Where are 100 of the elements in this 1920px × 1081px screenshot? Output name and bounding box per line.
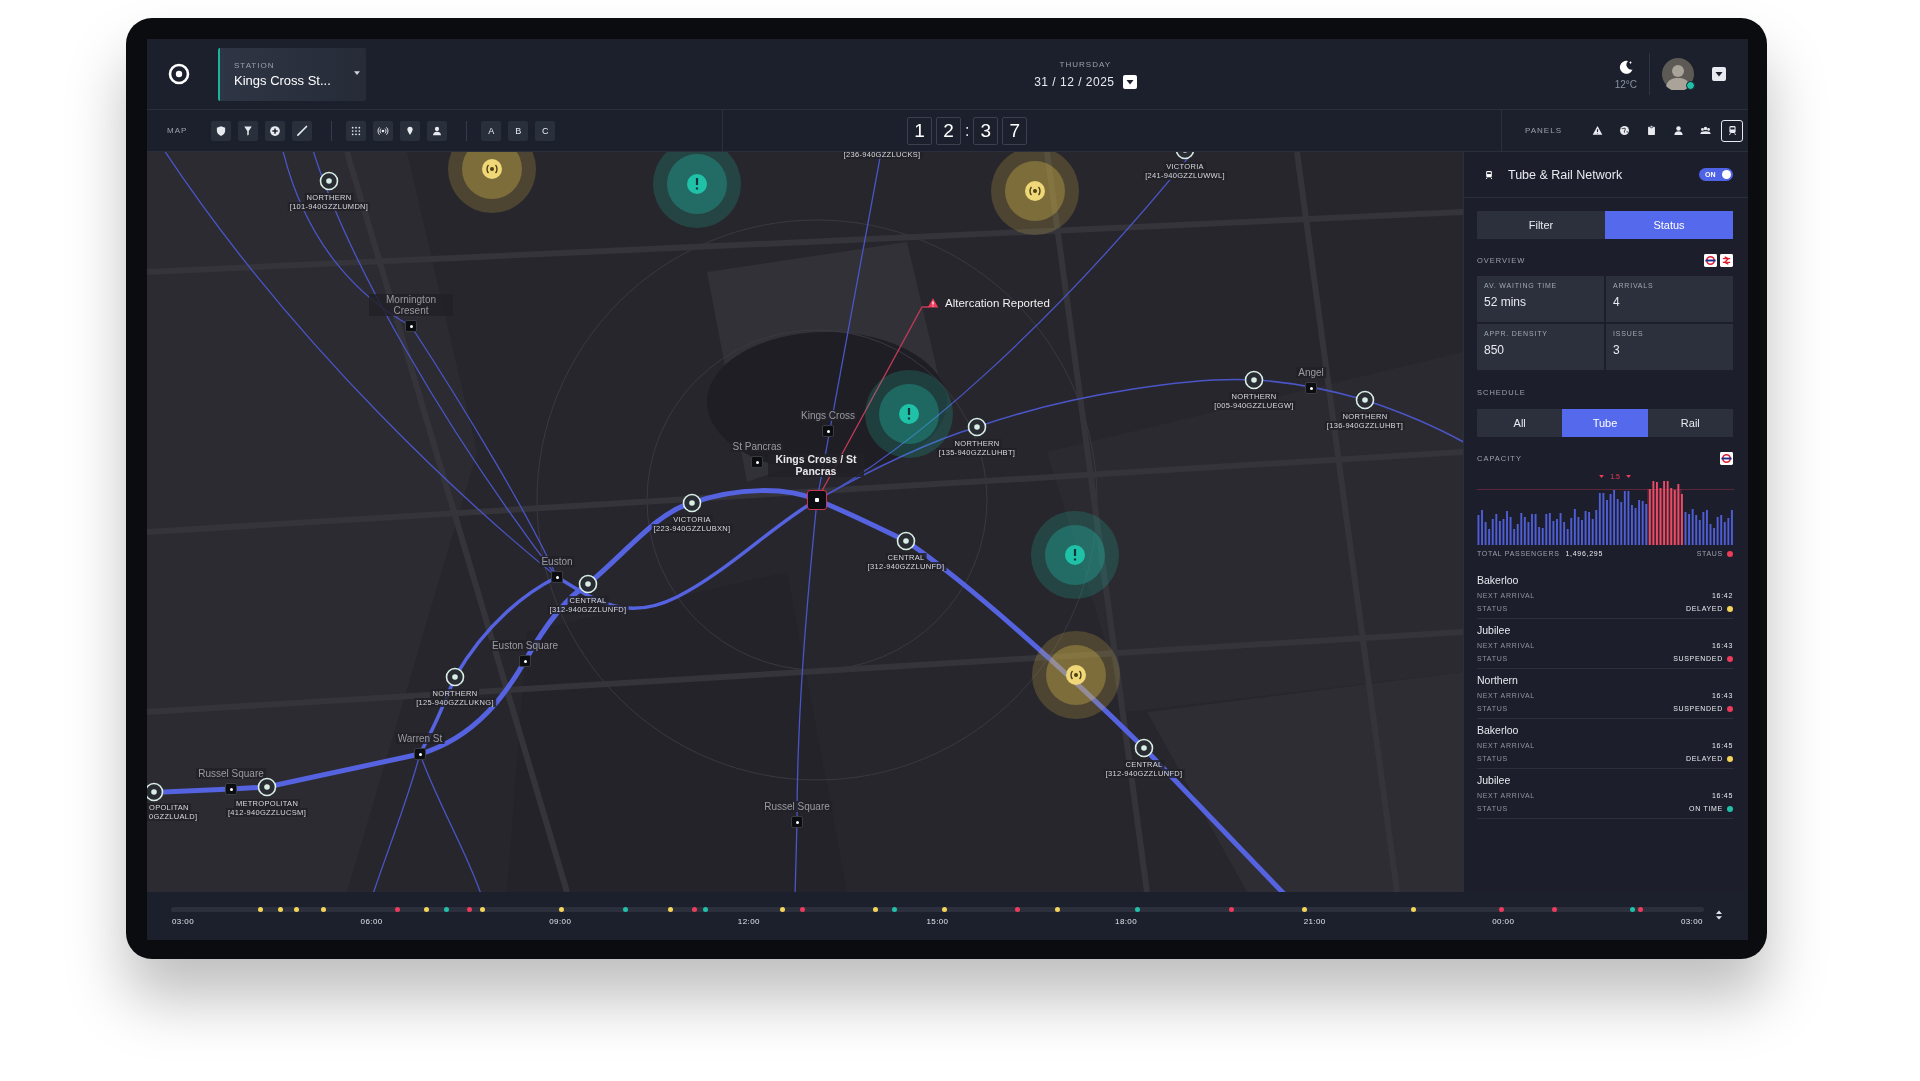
station-marker[interactable]	[405, 320, 417, 332]
schedule-tab[interactable]: Tube	[1562, 409, 1648, 437]
event-dot[interactable]	[1630, 906, 1636, 912]
alert-hotspot-icon[interactable]	[1030, 510, 1120, 600]
time-label: 09:00	[549, 916, 572, 926]
event-dot[interactable]	[293, 906, 299, 912]
time-label: 03:00	[172, 916, 195, 926]
station-dropdown[interactable]: STATION Kings Cross St...	[218, 47, 366, 101]
event-dot[interactable]	[258, 906, 264, 912]
time-label: 12:00	[737, 916, 760, 926]
alert-hotspot-icon[interactable]	[652, 152, 742, 229]
station-marker[interactable]	[519, 655, 531, 667]
event-dot[interactable]	[1552, 906, 1557, 912]
logo-icon[interactable]	[167, 62, 191, 86]
event-dot[interactable]	[891, 906, 897, 912]
event-dot[interactable]	[1498, 906, 1504, 912]
layer-button[interactable]: C	[535, 120, 556, 141]
layer-button[interactable]: A	[481, 120, 502, 141]
event-dot[interactable]	[444, 906, 450, 912]
filter-icon[interactable]	[238, 120, 259, 141]
user-menu-icon[interactable]	[1712, 67, 1726, 81]
event-dot[interactable]	[779, 906, 785, 912]
signal-hotspot-icon[interactable]	[1031, 630, 1121, 720]
schedule-tab[interactable]: All	[1477, 409, 1563, 437]
event-dot[interactable]	[1229, 906, 1235, 912]
event-dot[interactable]	[941, 906, 947, 912]
station-name: Russel Square	[196, 768, 266, 779]
shield-icon[interactable]	[211, 120, 232, 141]
event-dot[interactable]	[1302, 906, 1308, 912]
person-icon[interactable]	[427, 120, 448, 141]
station-target-icon[interactable]	[1355, 390, 1375, 410]
station-target-icon[interactable]	[682, 493, 702, 513]
station-marker[interactable]	[225, 783, 237, 795]
station-marker[interactable]	[1305, 382, 1317, 394]
event-dot[interactable]	[1637, 906, 1643, 912]
event-dot[interactable]	[667, 906, 673, 912]
time-label: 00:00	[1492, 916, 1515, 926]
group-icon	[1699, 125, 1711, 136]
date-dropdown-icon[interactable]	[1122, 74, 1137, 89]
station-marker[interactable]	[822, 425, 834, 437]
station-marker[interactable]	[551, 571, 563, 583]
station-target-icon[interactable]	[967, 417, 987, 437]
event-dot[interactable]	[1135, 906, 1141, 912]
event-dot[interactable]	[623, 906, 628, 912]
roundel-icon[interactable]	[1704, 254, 1717, 267]
station-marker[interactable]	[414, 748, 426, 760]
train-icon	[1726, 125, 1738, 136]
station-target-icon[interactable]	[578, 574, 598, 594]
view-tab[interactable]: Filter	[1477, 211, 1605, 239]
line-name: Bakerloo	[1477, 724, 1520, 736]
schedule-tab[interactable]: Rail	[1647, 409, 1733, 437]
event-dot[interactable]	[395, 906, 401, 912]
event-dot[interactable]	[424, 906, 430, 912]
station-target-icon[interactable]	[257, 777, 277, 797]
expand-icon[interactable]	[1716, 910, 1722, 920]
panels-label: PANELS	[1525, 126, 1562, 135]
train-panel-button[interactable]	[1721, 119, 1743, 142]
event-dot[interactable]	[1014, 906, 1020, 912]
station-marker[interactable]	[751, 456, 763, 468]
signal-hotspot-icon[interactable]	[990, 152, 1080, 236]
station-target-icon[interactable]	[1134, 738, 1154, 758]
hub-station-marker[interactable]	[807, 490, 827, 510]
view-tab[interactable]: Status	[1605, 211, 1733, 239]
line-name: Northern	[1477, 674, 1519, 686]
marker-arrow-icon	[1599, 474, 1605, 478]
station-target-icon[interactable]	[319, 171, 339, 191]
station-marker[interactable]	[791, 816, 803, 828]
event-dot[interactable]	[872, 906, 878, 912]
caret-icon	[354, 70, 360, 75]
pin-icon[interactable]	[400, 120, 421, 141]
alert-label: Altercation Reported	[945, 297, 1050, 309]
event-dot[interactable]	[692, 906, 697, 912]
event-dot[interactable]	[1410, 906, 1416, 912]
event-dot[interactable]	[467, 906, 473, 912]
timeline-track[interactable]	[171, 906, 1704, 912]
clock-digit: 2	[935, 116, 961, 145]
event-dot[interactable]	[479, 906, 485, 912]
avatar-icon[interactable]	[1662, 58, 1694, 90]
clock-digit: 7	[1002, 116, 1028, 145]
event-dot[interactable]	[799, 906, 805, 912]
broadcast-icon[interactable]	[373, 120, 394, 141]
event-dot[interactable]	[1054, 906, 1060, 912]
event-dot[interactable]	[559, 906, 565, 912]
weekday-label: THURSDAY	[1059, 59, 1112, 69]
dot-grid-icon[interactable]	[346, 120, 367, 141]
event-dot[interactable]	[321, 906, 326, 912]
clock-digit: 3	[973, 116, 999, 145]
station-target-icon[interactable]	[1244, 370, 1264, 390]
add-icon[interactable]	[265, 120, 286, 141]
warning-icon	[1591, 125, 1603, 136]
station-target-icon[interactable]	[147, 782, 164, 802]
rail-icon[interactable]	[1720, 254, 1733, 267]
station-target-icon[interactable]	[445, 667, 465, 687]
station-target-icon[interactable]	[896, 531, 916, 551]
layer-button[interactable]: B	[508, 120, 529, 141]
roundel-icon[interactable]	[1720, 452, 1733, 465]
event-dot[interactable]	[278, 906, 284, 912]
event-dot[interactable]	[703, 906, 709, 912]
station-name: Kings Cross	[799, 410, 857, 421]
person-icon	[1672, 125, 1684, 136]
